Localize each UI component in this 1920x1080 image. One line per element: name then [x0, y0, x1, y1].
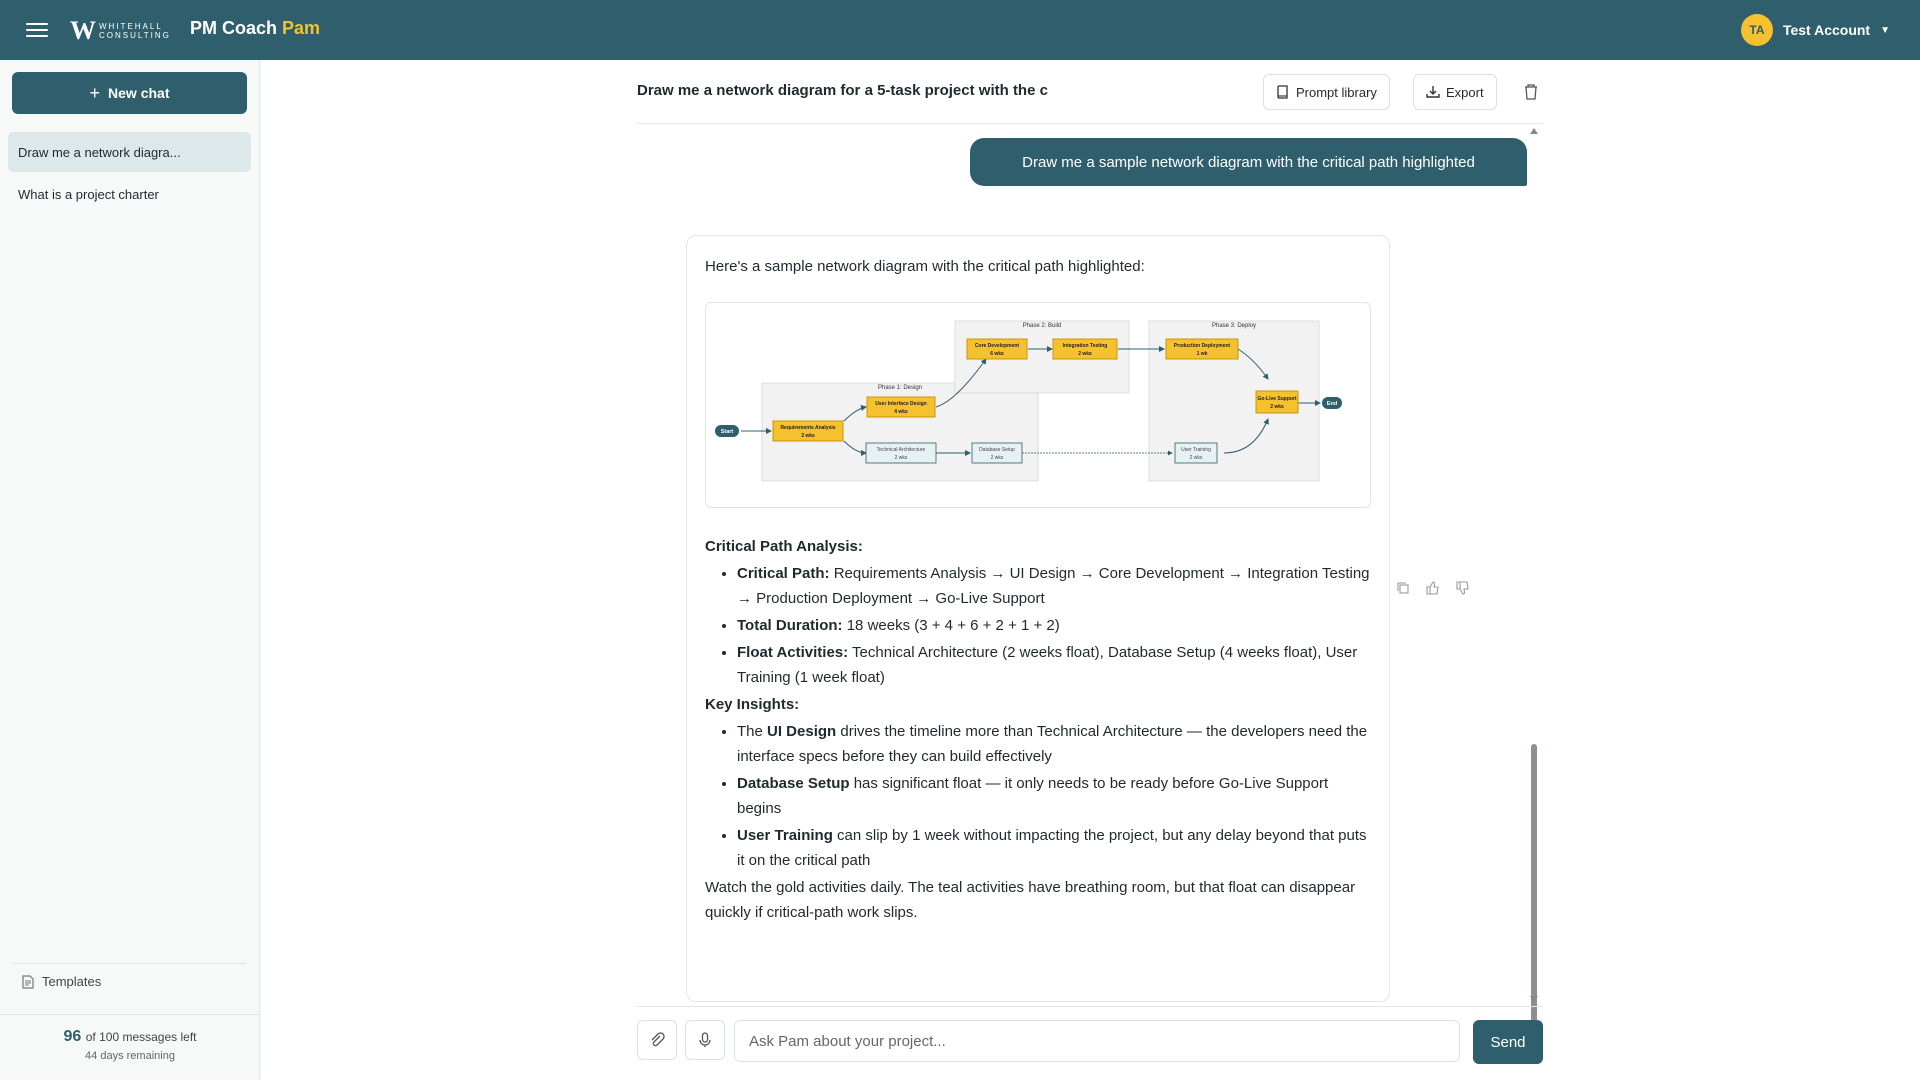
prompt-library-button[interactable]: Prompt library	[1263, 74, 1390, 110]
list-item: The UI Design drives the timeline more t…	[737, 719, 1375, 769]
copy-icon[interactable]	[1396, 581, 1412, 597]
node-label: Database Setup	[979, 447, 1015, 453]
sidebar: + New chat Draw me a network diagra... W…	[0, 60, 260, 1080]
avatar: TA	[1740, 14, 1773, 46]
node-label: Requirements Analysis	[780, 425, 835, 431]
divider	[12, 963, 247, 964]
node-duration: 1 wk	[1197, 351, 1208, 357]
node-label: Technical Architecture	[877, 447, 926, 453]
app-title-accent: Pam	[282, 18, 321, 38]
node-label: Production Deployment	[1174, 343, 1231, 349]
days-remaining: 44 days remaining	[85, 1050, 175, 1062]
list-item: Database Setup has significant float — i…	[737, 771, 1375, 821]
node-duration: 2 wks	[1078, 351, 1092, 357]
analysis-heading: Critical Path Analysis:	[705, 538, 863, 555]
app-title: PM Coach Pam	[190, 18, 320, 39]
export-button[interactable]: Export	[1413, 74, 1497, 110]
company-logo: W WHITEHALL CONSULTING	[70, 16, 171, 46]
network-diagram: Phase 1: Design Phase 2: Build Phase 3: …	[705, 302, 1371, 508]
templates-label: Templates	[42, 974, 102, 989]
divider	[0, 1014, 260, 1015]
templates-link[interactable]: Templates	[22, 974, 101, 989]
assistant-message: Here's a sample network diagram with the…	[686, 235, 1390, 1002]
insights-heading: Key Insights:	[705, 696, 800, 713]
microphone-button[interactable]	[685, 1020, 725, 1060]
list-item: Critical Path: Requirements Analysis → U…	[737, 561, 1375, 611]
node-duration: 2 wks	[895, 455, 908, 461]
logo-line-1: WHITEHALL	[99, 22, 163, 31]
trash-icon[interactable]	[1519, 80, 1543, 104]
scrollbar-thumb[interactable]	[1531, 744, 1537, 1050]
scroll-up-arrow-icon[interactable]	[1530, 128, 1538, 134]
conversation-title: Draw me a network diagram for a 5-task p…	[637, 82, 1048, 99]
phase-label: Phase 1: Design	[878, 385, 922, 391]
phase-label: Phase 3: Deploy	[1212, 323, 1256, 329]
node-duration: 2 wks	[1270, 404, 1284, 410]
export-label: Export	[1446, 84, 1484, 100]
network-diagram-svg: Phase 1: Design Phase 2: Build Phase 3: …	[715, 320, 1342, 482]
top-bar: W WHITEHALL CONSULTING PM Coach Pam TA T…	[0, 0, 1920, 60]
sidebar-chat-item[interactable]: What is a project charter	[8, 174, 251, 214]
thumbs-up-icon[interactable]	[1426, 581, 1442, 597]
node-duration: 2 wks	[991, 455, 1004, 461]
node-duration: 3 wks	[801, 433, 815, 439]
node-duration: 2 wks	[1190, 455, 1203, 461]
node-label: Go-Live Support	[1257, 396, 1297, 402]
user-message: Draw me a sample network diagram with th…	[970, 138, 1527, 186]
end-label: End	[1327, 401, 1337, 407]
assistant-body: Critical Path Analysis: Critical Path: R…	[705, 534, 1375, 925]
assistant-intro: Here's a sample network diagram with the…	[705, 258, 1145, 275]
insights-list: The UI Design drives the timeline more t…	[737, 719, 1375, 873]
new-chat-label: New chat	[108, 85, 170, 101]
new-chat-button[interactable]: + New chat	[12, 72, 247, 114]
thumbs-down-icon[interactable]	[1456, 581, 1472, 597]
plus-icon: +	[89, 82, 101, 103]
list-item: User Training can slip by 1 week without…	[737, 823, 1375, 873]
logo-mark: W	[70, 16, 96, 45]
node-duration: 6 wks	[990, 351, 1004, 357]
divider	[637, 123, 1543, 124]
message-input[interactable]	[734, 1020, 1460, 1062]
logo-line-2: CONSULTING	[99, 31, 171, 40]
analysis-list: Critical Path: Requirements Analysis → U…	[737, 561, 1375, 690]
account-name: Test Account	[1782, 22, 1871, 38]
quota-text: of 100 messages left	[85, 1030, 197, 1044]
book-icon	[1277, 85, 1288, 99]
message-quota: 96 of 100 messages left 44 days remainin…	[0, 1028, 260, 1062]
divider	[637, 1006, 1543, 1007]
sidebar-chat-item[interactable]: Draw me a network diagra...	[8, 132, 251, 172]
paperclip-icon	[651, 1032, 665, 1047]
scrollbar[interactable]	[1527, 126, 1541, 1050]
menu-icon[interactable]	[26, 19, 48, 41]
list-item: Total Duration: 18 weeks (3 + 4 + 6 + 2 …	[737, 613, 1375, 638]
node-label: Core Development	[975, 343, 1020, 349]
send-button[interactable]: Send	[1473, 1020, 1543, 1064]
download-icon	[1426, 86, 1440, 98]
document-icon	[22, 974, 34, 989]
microphone-icon	[699, 1032, 711, 1047]
scroll-down-arrow-icon[interactable]	[1530, 996, 1538, 1002]
node-duration: 4 wks	[894, 409, 908, 415]
node-label: Integration Testing	[1063, 343, 1108, 349]
phase-label: Phase 2: Build	[1023, 323, 1062, 329]
prompt-library-label: Prompt library	[1296, 84, 1377, 100]
closing-text: Watch the gold activities daily. The tea…	[705, 879, 1356, 921]
attach-button[interactable]	[637, 1020, 677, 1060]
node-label: User Interface Design	[875, 401, 926, 407]
node-label: User Training	[1181, 447, 1211, 453]
list-item: Float Activities: Technical Architecture…	[737, 640, 1375, 690]
chat-main: Draw me a network diagram for a 5-task p…	[261, 60, 1920, 1080]
chevron-down-icon: ▼	[1880, 24, 1890, 36]
message-actions	[1396, 581, 1472, 597]
account-menu[interactable]: TA Test Account ▼	[1740, 14, 1890, 46]
quota-count: 96	[63, 1028, 82, 1045]
start-label: Start	[721, 429, 734, 435]
app-title-main: PM Coach	[190, 18, 283, 38]
